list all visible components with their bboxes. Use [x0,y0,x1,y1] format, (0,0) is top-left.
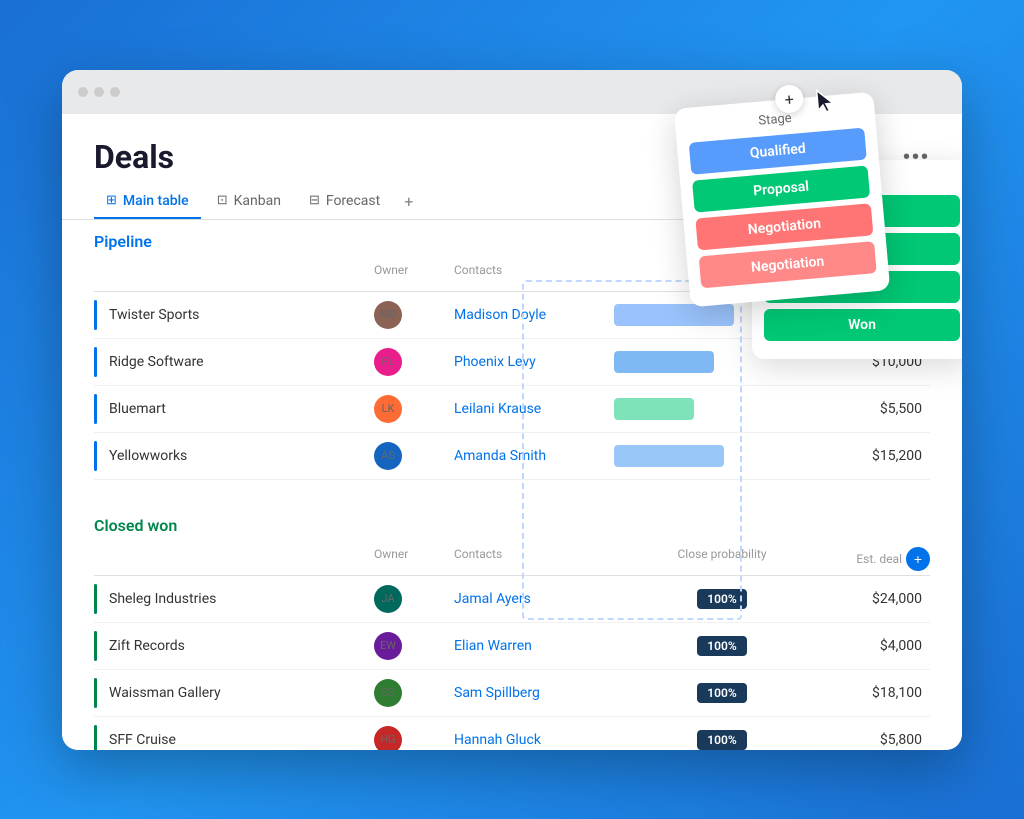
row-border [94,725,97,750]
avatar: EW [374,632,402,660]
table-row: Yellowworks AS Amanda Smith $15,200 [94,433,930,480]
prob-sff: 100% [614,730,830,750]
prob-zift: 100% [614,636,830,656]
browser-dot-3 [110,87,120,97]
table-row: Waissman Gallery SS Sam Spillberg 100% $… [94,670,930,717]
kanban-icon: ⊡ [217,193,228,208]
browser-dot-1 [78,87,88,97]
est-deal-sheleg: $24,000 [830,591,930,607]
prob-waissman: 100% [614,683,830,703]
table-row: Bluemart LK Leilani Krause $5,500 [94,386,930,433]
row-name-yellowworks: Yellowworks [94,433,374,479]
deal-name-waissman: Waissman Gallery [109,685,221,701]
tab-kanban[interactable]: ⊡ Kanban [205,185,293,219]
deal-name-bluemart: Bluemart [109,401,166,417]
closed-won-group: Closed won Owner Contacts Close probabil… [94,504,930,750]
row-name-waissman: Waissman Gallery [94,670,374,716]
est-deal-zift: $4,000 [830,638,930,654]
forecast-label: Forecast [326,193,380,209]
page-title: Deals [94,138,174,176]
deal-name-yellowworks: Yellowworks [109,448,187,464]
deal-name-sff: SFF Cruise [109,732,176,748]
selection-box [522,280,742,620]
contact-sff[interactable]: Hannah Gluck [454,732,614,748]
est-deal-sff: $5,800 [830,732,930,748]
owner-bluemart: LK [374,395,454,423]
tab-main-table[interactable]: ⊞ Main table [94,185,201,219]
cursor-pointer [814,86,839,122]
avatar: MD [374,301,402,329]
main-table-label: Main table [123,193,189,209]
pipeline-name-col-header [94,263,374,287]
contact-waissman[interactable]: Sam Spillberg [454,685,614,701]
table-row: Sheleg Industries JA Jamal Ayers 100% $2… [94,576,930,623]
est-deal-bluemart: $5,500 [830,401,930,417]
row-border [94,347,97,377]
avatar: PL [374,348,402,376]
owner-ridge: PL [374,348,454,376]
row-border [94,584,97,614]
add-tab-button[interactable]: + [396,184,421,219]
closed-won-group-title: Closed won [94,504,930,543]
forecast-icon: ⊟ [309,193,320,208]
owner-zift: EW [374,632,454,660]
owner-waissman: SS [374,679,454,707]
row-name-zift: Zift Records [94,623,374,669]
avatar: SS [374,679,402,707]
row-name-bluemart: Bluemart [94,386,374,432]
tab-forecast[interactable]: ⊟ Forecast [297,185,392,219]
owner-yellowworks: AS [374,442,454,470]
stage-dropdown: Stage Qualified Proposal Negotiation Neg… [674,91,891,307]
prob-badge: 100% [697,636,746,656]
add-column-closed-won-button[interactable]: + [906,547,930,571]
deal-name-ridge: Ridge Software [109,354,204,370]
prob-badge: 100% [697,730,746,750]
deal-name-zift: Zift Records [109,638,185,654]
table-row: Zift Records EW Elian Warren 100% $4,000 [94,623,930,670]
est-deal-yellowworks: $15,200 [830,448,930,464]
row-name-sheleg: Sheleg Industries [94,576,374,622]
est-deal-waissman: $18,100 [830,685,930,701]
owner-twister: MD [374,301,454,329]
pipeline-owner-col-header: Owner [374,263,454,287]
row-name-ridge: Ridge Software [94,339,374,385]
table-row: SFF Cruise HG Hannah Gluck 100% $5,800 [94,717,930,750]
won-option-4[interactable]: Won [764,309,960,341]
prob-badge: 100% [697,683,746,703]
deal-name-sheleg: Sheleg Industries [109,591,216,607]
closed-won-owner-col-header: Owner [374,547,454,571]
row-border [94,394,97,424]
closed-won-table-header: Owner Contacts Close probability Est. de… [94,543,930,576]
avatar: LK [374,395,402,423]
owner-sff: HG [374,726,454,750]
row-border [94,678,97,708]
avatar: AS [374,442,402,470]
closed-won-name-col-header [94,547,374,571]
main-table-icon: ⊞ [106,193,117,208]
avatar: HG [374,726,402,750]
row-border [94,631,97,661]
row-name-sff: SFF Cruise [94,717,374,750]
avatar: JA [374,585,402,613]
row-border [94,300,97,330]
kanban-label: Kanban [234,193,281,209]
row-name-twister: Twister Sports [94,292,374,338]
closed-won-est-deal-col-header: Est. deal [856,552,902,566]
row-border [94,441,97,471]
browser-dot-2 [94,87,104,97]
owner-sheleg: JA [374,585,454,613]
deal-name-twister: Twister Sports [109,307,199,323]
contact-zift[interactable]: Elian Warren [454,638,614,654]
browser-window: Deals ••• ⊞ Main table ⊡ Kanban ⊟ Foreca… [62,70,962,750]
stage-dropdown-container: + Stage Qualified Proposal Negotiation N… [674,91,891,307]
